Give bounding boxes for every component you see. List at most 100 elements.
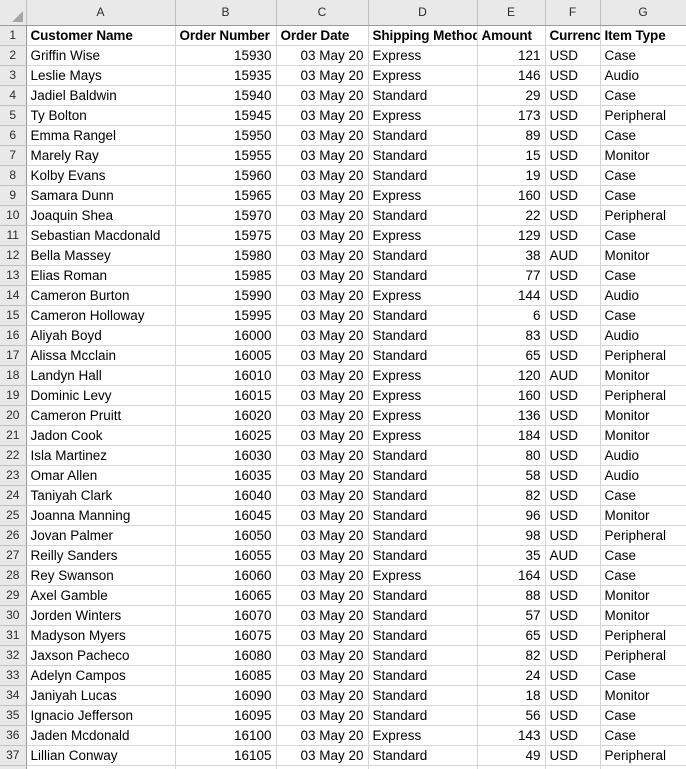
cell-b[interactable]: 15960 <box>175 165 277 186</box>
cell-e[interactable]: 58 <box>477 465 546 486</box>
cell-f[interactable]: USD <box>545 145 601 166</box>
cell-b[interactable]: 16090 <box>175 685 277 706</box>
row-header-25[interactable]: 25 <box>0 505 27 526</box>
row-header-27[interactable]: 27 <box>0 545 27 566</box>
row-header-26[interactable]: 26 <box>0 525 27 546</box>
cell-a[interactable]: Sebastian Macdonald <box>26 225 176 246</box>
cell-c[interactable]: 03 May 20 <box>276 545 369 566</box>
cell-a[interactable]: Landyn Hall <box>26 365 176 386</box>
cell-a[interactable]: Rey Swanson <box>26 565 176 586</box>
cell-c[interactable]: 03 May 20 <box>276 405 369 426</box>
cell-d[interactable]: Standard <box>368 505 478 526</box>
row-header-21[interactable]: 21 <box>0 425 27 446</box>
cell-c[interactable]: 03 May 20 <box>276 345 369 366</box>
cell-b[interactable]: 15975 <box>175 225 277 246</box>
row-header-29[interactable]: 29 <box>0 585 27 606</box>
cell-g[interactable]: Monitor <box>600 365 686 386</box>
cell-g[interactable]: Monitor <box>600 685 686 706</box>
cell-b[interactable]: 16025 <box>175 425 277 446</box>
cell-g[interactable]: Case <box>600 305 686 326</box>
cell-e[interactable]: 83 <box>477 325 546 346</box>
cell-f[interactable]: AUD <box>545 245 601 266</box>
cell-e[interactable]: 120 <box>477 365 546 386</box>
row-header-24[interactable]: 24 <box>0 485 27 506</box>
cell-e[interactable]: 56 <box>477 705 546 726</box>
row-header-31[interactable]: 31 <box>0 625 27 646</box>
cell-f[interactable]: AUD <box>545 365 601 386</box>
cell-b[interactable]: 15965 <box>175 185 277 206</box>
column-title-amount[interactable]: Amount <box>477 25 546 46</box>
cell-d[interactable]: Standard <box>368 125 478 146</box>
cell-g[interactable]: Case <box>600 725 686 746</box>
cell-g[interactable]: Monitor <box>600 405 686 426</box>
cell-e[interactable]: 184 <box>477 425 546 446</box>
cell-e[interactable]: 29 <box>477 85 546 106</box>
cell-d[interactable]: Standard <box>368 85 478 106</box>
row-header-17[interactable]: 17 <box>0 345 27 366</box>
cell-f[interactable]: USD <box>545 745 601 766</box>
cell-d[interactable]: Express <box>368 225 478 246</box>
cell-g[interactable]: Peripheral <box>600 745 686 766</box>
cell-f[interactable]: USD <box>545 565 601 586</box>
cell-c[interactable]: 03 May 20 <box>276 325 369 346</box>
cell-c[interactable]: 03 May 20 <box>276 245 369 266</box>
cell-g[interactable]: Peripheral <box>600 645 686 666</box>
cell-a[interactable]: Aliyah Boyd <box>26 325 176 346</box>
cell-d[interactable]: Standard <box>368 465 478 486</box>
cell-g[interactable]: Peripheral <box>600 105 686 126</box>
cell-a[interactable]: Cameron Pruitt <box>26 405 176 426</box>
row-header-6[interactable]: 6 <box>0 125 27 146</box>
cell-f[interactable]: USD <box>545 625 601 646</box>
cell-a[interactable]: Dominic Levy <box>26 385 176 406</box>
cell-c[interactable]: 03 May 20 <box>276 665 369 686</box>
row-header-9[interactable]: 9 <box>0 185 27 206</box>
row-header-13[interactable]: 13 <box>0 265 27 286</box>
cell-d[interactable]: Standard <box>368 265 478 286</box>
cell-d[interactable]: Standard <box>368 585 478 606</box>
row-header-7[interactable]: 7 <box>0 145 27 166</box>
cell-c[interactable] <box>276 765 369 769</box>
row-header-34[interactable]: 34 <box>0 685 27 706</box>
cell-f[interactable]: USD <box>545 725 601 746</box>
cell-c[interactable]: 03 May 20 <box>276 225 369 246</box>
cell-c[interactable]: 03 May 20 <box>276 45 369 66</box>
cell-c[interactable]: 03 May 20 <box>276 685 369 706</box>
cell-g[interactable]: Peripheral <box>600 525 686 546</box>
cell-b[interactable]: 16055 <box>175 545 277 566</box>
cell-d[interactable]: Express <box>368 385 478 406</box>
row-header-22[interactable]: 22 <box>0 445 27 466</box>
cell-a[interactable]: Jovan Palmer <box>26 525 176 546</box>
cell-f[interactable]: USD <box>545 225 601 246</box>
cell-d[interactable]: Standard <box>368 165 478 186</box>
cell-e[interactable]: 77 <box>477 265 546 286</box>
cell-a[interactable]: Madyson Myers <box>26 625 176 646</box>
row-header-8[interactable]: 8 <box>0 165 27 186</box>
row-header-partial[interactable] <box>0 765 27 769</box>
column-header-c[interactable]: C <box>276 0 369 26</box>
cell-b[interactable]: 16065 <box>175 585 277 606</box>
cell-e[interactable]: 98 <box>477 525 546 546</box>
column-title-order_number[interactable]: Order Number <box>175 25 277 46</box>
cell-d[interactable]: Standard <box>368 445 478 466</box>
cell-g[interactable]: Monitor <box>600 425 686 446</box>
row-header-30[interactable]: 30 <box>0 605 27 626</box>
cell-g[interactable]: Case <box>600 265 686 286</box>
cell-e[interactable]: 35 <box>477 545 546 566</box>
row-header-28[interactable]: 28 <box>0 565 27 586</box>
cell-c[interactable]: 03 May 20 <box>276 65 369 86</box>
cell-f[interactable]: USD <box>545 385 601 406</box>
cell-g[interactable]: Audio <box>600 325 686 346</box>
cell-f[interactable]: USD <box>545 585 601 606</box>
cell-f[interactable]: USD <box>545 45 601 66</box>
cell-g[interactable]: Monitor <box>600 585 686 606</box>
cell-c[interactable]: 03 May 20 <box>276 265 369 286</box>
cell-e[interactable]: 65 <box>477 345 546 366</box>
cell-d[interactable]: Standard <box>368 205 478 226</box>
cell-b[interactable]: 16075 <box>175 625 277 646</box>
cell-g[interactable]: Case <box>600 705 686 726</box>
cell-g[interactable] <box>600 765 686 769</box>
cell-c[interactable]: 03 May 20 <box>276 385 369 406</box>
cell-f[interactable]: USD <box>545 185 601 206</box>
column-title-customer_name[interactable]: Customer Name <box>26 25 176 46</box>
column-title-shipping_method[interactable]: Shipping Method <box>368 25 478 46</box>
